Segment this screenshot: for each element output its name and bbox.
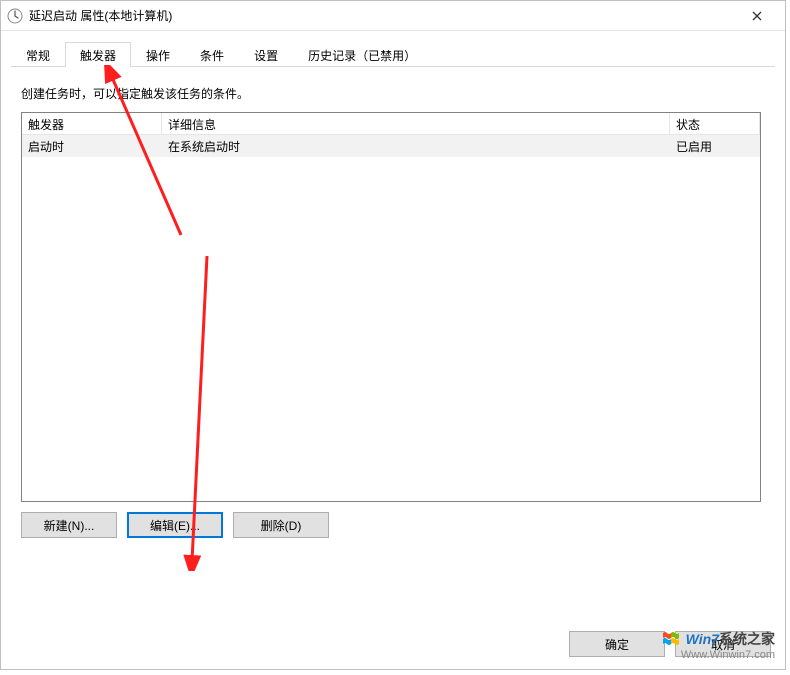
cell-trigger: 启动时 <box>22 135 162 157</box>
new-button[interactable]: 新建(N)... <box>21 512 117 538</box>
tab-label: 条件 <box>200 49 224 63</box>
tab-label: 操作 <box>146 49 170 63</box>
button-label: 确定 <box>605 636 629 653</box>
close-button[interactable] <box>735 2 779 30</box>
col-header-trigger[interactable]: 触发器 <box>22 113 162 135</box>
tab-label: 设置 <box>254 49 278 63</box>
col-header-detail[interactable]: 详细信息 <box>162 113 670 135</box>
tab-settings[interactable]: 设置 <box>239 42 293 67</box>
titlebar: 延迟启动 属性(本地计算机) <box>1 1 785 31</box>
dialog-button-row: 确定 取消 <box>569 631 771 657</box>
trigger-buttons-row: 新建(N)... 编辑(E)... 删除(D) <box>21 512 765 538</box>
tab-general[interactable]: 常规 <box>11 42 65 67</box>
tab-history[interactable]: 历史记录（已禁用） <box>293 42 431 67</box>
window-title: 延迟启动 属性(本地计算机) <box>29 7 735 24</box>
button-label: 取消 <box>711 636 735 653</box>
list-header: 触发器 详细信息 状态 <box>22 113 760 135</box>
tab-actions[interactable]: 操作 <box>131 42 185 67</box>
delete-button[interactable]: 删除(D) <box>233 512 329 538</box>
edit-button[interactable]: 编辑(E)... <box>127 512 223 538</box>
triggers-listview[interactable]: 触发器 详细信息 状态 启动时 在系统启动时 已启用 <box>21 112 761 502</box>
triggers-panel: 创建任务时，可以指定触发该任务的条件。 触发器 详细信息 状态 启动时 在系统启… <box>11 67 775 548</box>
cell-detail: 在系统启动时 <box>162 135 670 157</box>
button-label: 编辑(E)... <box>150 517 200 534</box>
dialog-content: 常规 触发器 操作 条件 设置 历史记录（已禁用） 创建任务时，可以指定触发该任… <box>1 31 785 617</box>
tab-label: 触发器 <box>80 49 116 63</box>
col-header-status[interactable]: 状态 <box>670 113 760 135</box>
tab-strip: 常规 触发器 操作 条件 设置 历史记录（已禁用） <box>11 41 775 67</box>
cell-status: 已启用 <box>670 135 760 157</box>
tab-label: 常规 <box>26 49 50 63</box>
panel-description: 创建任务时，可以指定触发该任务的条件。 <box>21 85 765 102</box>
tab-label: 历史记录（已禁用） <box>308 49 416 63</box>
tab-triggers[interactable]: 触发器 <box>65 42 131 67</box>
trigger-row[interactable]: 启动时 在系统启动时 已启用 <box>22 135 760 157</box>
properties-dialog: 延迟启动 属性(本地计算机) 常规 触发器 操作 条件 设置 历史记录（已禁用）… <box>0 0 786 670</box>
task-scheduler-icon <box>7 8 23 24</box>
cancel-button[interactable]: 取消 <box>675 631 771 657</box>
ok-button[interactable]: 确定 <box>569 631 665 657</box>
tab-conditions[interactable]: 条件 <box>185 42 239 67</box>
button-label: 新建(N)... <box>44 517 95 534</box>
button-label: 删除(D) <box>261 517 302 534</box>
